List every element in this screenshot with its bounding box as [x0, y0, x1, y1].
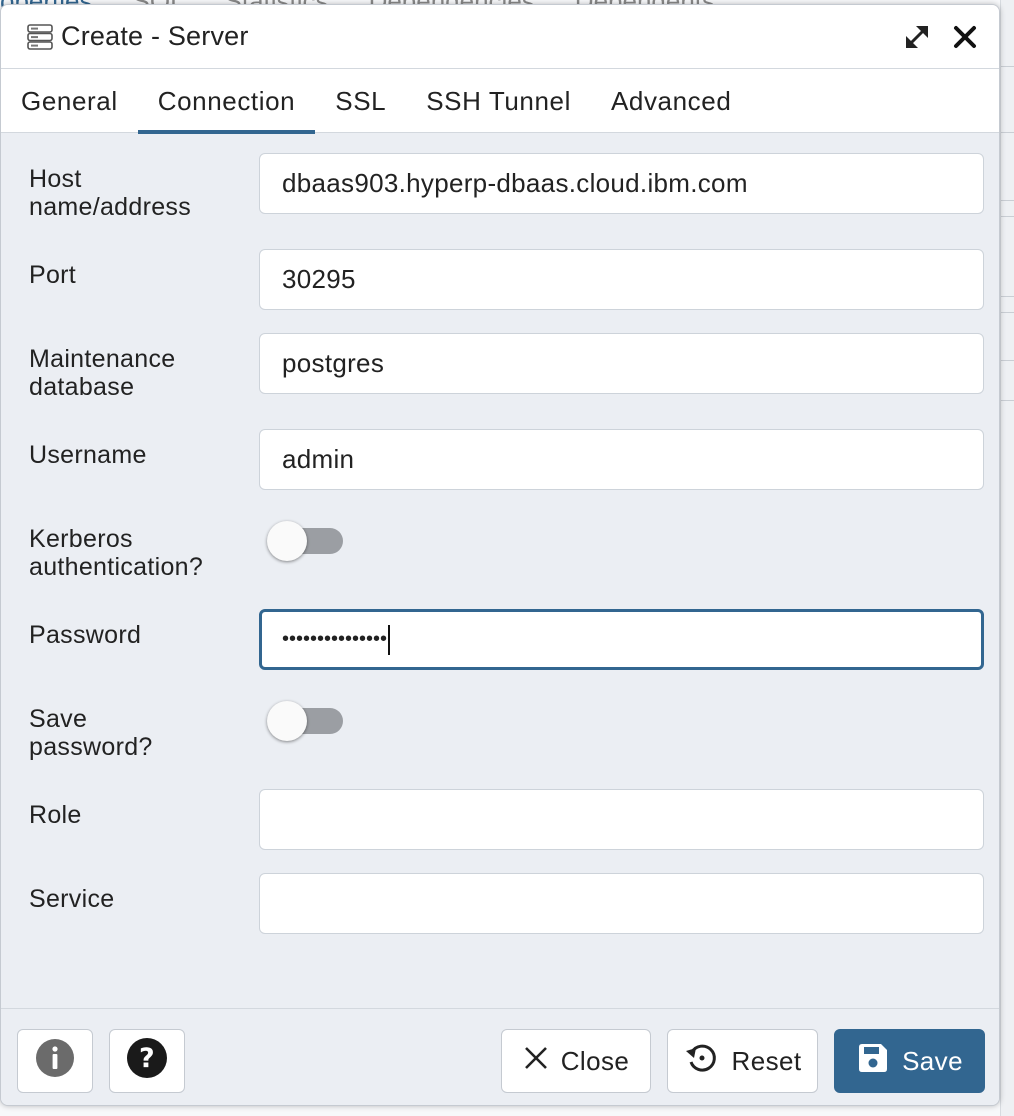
save-password-label: Save password?	[29, 705, 153, 761]
tab-ssh-tunnel[interactable]: SSH Tunnel	[406, 69, 591, 133]
maintenance-db-label: Maintenance database	[29, 345, 176, 401]
tab-bar: General Connection SSL SSH Tunnel Advanc…	[1, 69, 999, 134]
password-label: Password	[29, 621, 142, 649]
reset-icon	[684, 1040, 720, 1083]
maintenance-db-input[interactable]: postgres	[259, 333, 984, 394]
port-label: Port	[29, 261, 77, 289]
close-button[interactable]: Close	[501, 1029, 651, 1093]
expand-icon[interactable]	[901, 21, 933, 53]
create-server-dialog: Create - Server General Connection SSL S…	[0, 4, 1000, 1106]
save-button-label: Save	[902, 1045, 963, 1076]
reset-button[interactable]: Reset	[667, 1029, 818, 1093]
kerberos-label: Kerberos authentication?	[29, 525, 204, 581]
dialog-titlebar[interactable]: Create - Server	[1, 5, 999, 69]
reset-button-label: Reset	[731, 1045, 802, 1076]
service-label: Service	[29, 885, 115, 913]
save-icon	[856, 1041, 890, 1082]
tab-general[interactable]: General	[1, 69, 138, 133]
service-input[interactable]	[259, 873, 984, 934]
background-panel-edge	[1000, 0, 1014, 1116]
info-icon	[35, 1038, 75, 1085]
server-icon	[25, 22, 55, 52]
save-button[interactable]: Save	[834, 1029, 985, 1093]
port-input[interactable]: 30295	[259, 249, 984, 310]
host-input[interactable]: dbaas903.hyperp-dbaas.cloud.ibm.com	[259, 153, 984, 214]
close-button-label: Close	[560, 1045, 630, 1076]
dialog-footer: ? Close Reset Save	[1, 1008, 999, 1105]
save-password-toggle[interactable]	[267, 701, 345, 743]
host-label: Host name/address	[29, 165, 192, 221]
password-input[interactable]: •••••••••••••••	[259, 609, 984, 670]
close-x-icon	[523, 1045, 549, 1078]
tab-connection[interactable]: Connection	[137, 69, 316, 134]
kerberos-toggle[interactable]	[267, 521, 345, 563]
svg-text:?: ?	[139, 1043, 155, 1074]
tab-advanced[interactable]: Advanced	[591, 69, 751, 133]
role-input[interactable]	[259, 789, 984, 850]
role-label: Role	[29, 801, 82, 829]
tab-ssl[interactable]: SSL	[315, 69, 406, 133]
help-button[interactable]: ?	[109, 1029, 185, 1093]
username-label: Username	[29, 441, 147, 469]
password-value: •••••••••••••••	[282, 628, 388, 650]
username-input[interactable]: admin	[259, 429, 984, 490]
dialog-title: Create - Server	[61, 21, 249, 51]
text-caret	[388, 624, 391, 655]
close-icon[interactable]	[949, 21, 981, 53]
info-button[interactable]	[17, 1029, 93, 1093]
help-icon: ?	[126, 1037, 168, 1086]
